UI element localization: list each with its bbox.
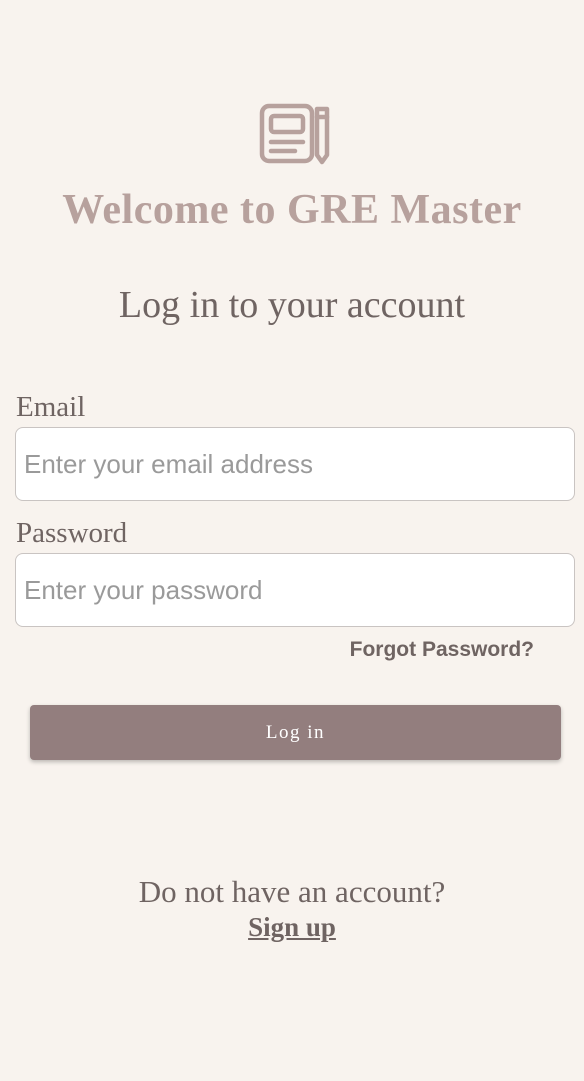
login-button[interactable]: Log in (30, 705, 561, 760)
welcome-title: Welcome to GRE Master (62, 187, 522, 233)
password-field[interactable] (15, 553, 575, 627)
password-label: Password (16, 517, 128, 549)
no-account-text: Do not have an account? (138, 874, 446, 909)
email-label: Email (16, 391, 86, 423)
email-field[interactable] (15, 427, 575, 501)
notebook-pencil-icon (259, 103, 330, 165)
page-subtitle: Log in to your account (118, 284, 466, 326)
forgot-password-link[interactable]: Forgot Password? (350, 638, 534, 662)
app-logo (259, 101, 331, 167)
signup-link[interactable]: Sign up (0, 912, 584, 943)
